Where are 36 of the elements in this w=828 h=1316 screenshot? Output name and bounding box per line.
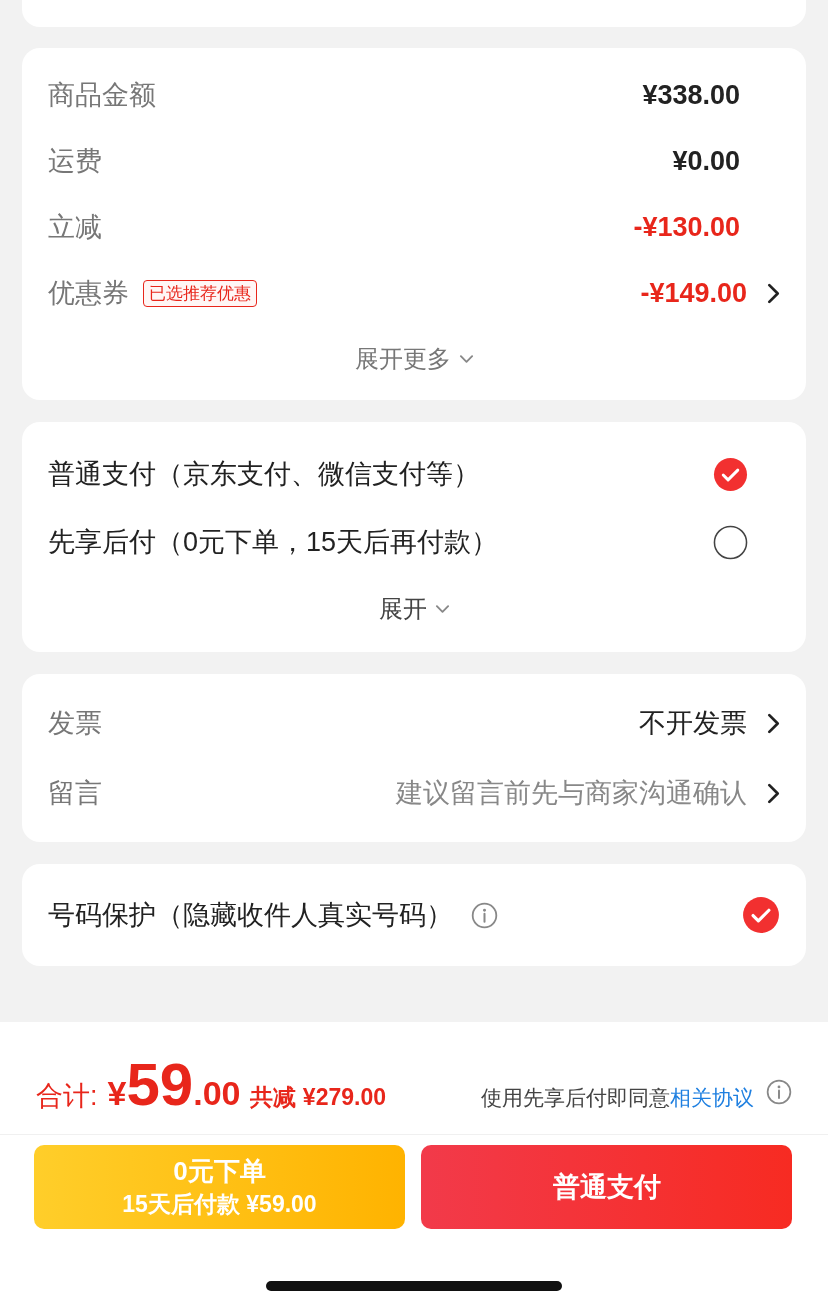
agreement-link[interactable]: 相关协议: [670, 1086, 754, 1109]
chevron-right-icon: [767, 282, 780, 304]
privacy-label: 号码保护（隐藏收件人真实号码）: [48, 899, 453, 932]
saved-amount: 共减 ¥279.00: [250, 1083, 386, 1112]
expand-more-link[interactable]: 展开更多: [354, 343, 451, 375]
field-value[interactable]: 不开发票: [639, 705, 747, 741]
currency-sign: ¥: [107, 1074, 127, 1113]
chevron-right-icon: [767, 782, 780, 804]
payment-option[interactable]: 普通支付（京东支付、微信支付等）: [48, 456, 480, 492]
price-label: 商品金额: [48, 79, 156, 112]
chevron-right-icon: [767, 712, 780, 734]
price-amount: -¥149.00: [640, 277, 747, 309]
price-amount: ¥0.00: [672, 145, 740, 177]
info-icon[interactable]: [471, 901, 498, 929]
total-label: 合计:: [36, 1080, 98, 1113]
expand-link[interactable]: 展开: [378, 593, 427, 625]
price-label: 优惠券: [48, 277, 129, 310]
checked-circle-icon[interactable]: [713, 456, 748, 492]
price-label: 立减: [48, 211, 102, 244]
field-value[interactable]: 建议留言前先与商家沟通确认: [396, 775, 747, 811]
checked-circle-icon[interactable]: [742, 896, 780, 934]
agreement-text: 使用先享后付即同意相关协议: [481, 1085, 754, 1111]
pay-button[interactable]: 普通支付: [421, 1145, 792, 1229]
price-label: 运费: [48, 145, 102, 178]
price-amount: ¥338.00: [642, 79, 740, 111]
field-label: 发票: [48, 707, 102, 740]
total-decimals: .00: [193, 1074, 241, 1113]
payment-option[interactable]: 先享后付（0元下单，15天后再付款）: [48, 524, 499, 560]
info-icon[interactable]: [766, 1079, 792, 1105]
radio-button[interactable]: [713, 524, 748, 560]
chevron-down-icon: [434, 604, 450, 614]
total-amount: 59: [126, 1050, 194, 1119]
price-amount: -¥130.00: [633, 211, 740, 243]
field-label: 留言: [48, 777, 102, 810]
coupon-tag: 已选推荐优惠: [143, 279, 257, 307]
chevron-down-icon: [458, 354, 474, 364]
